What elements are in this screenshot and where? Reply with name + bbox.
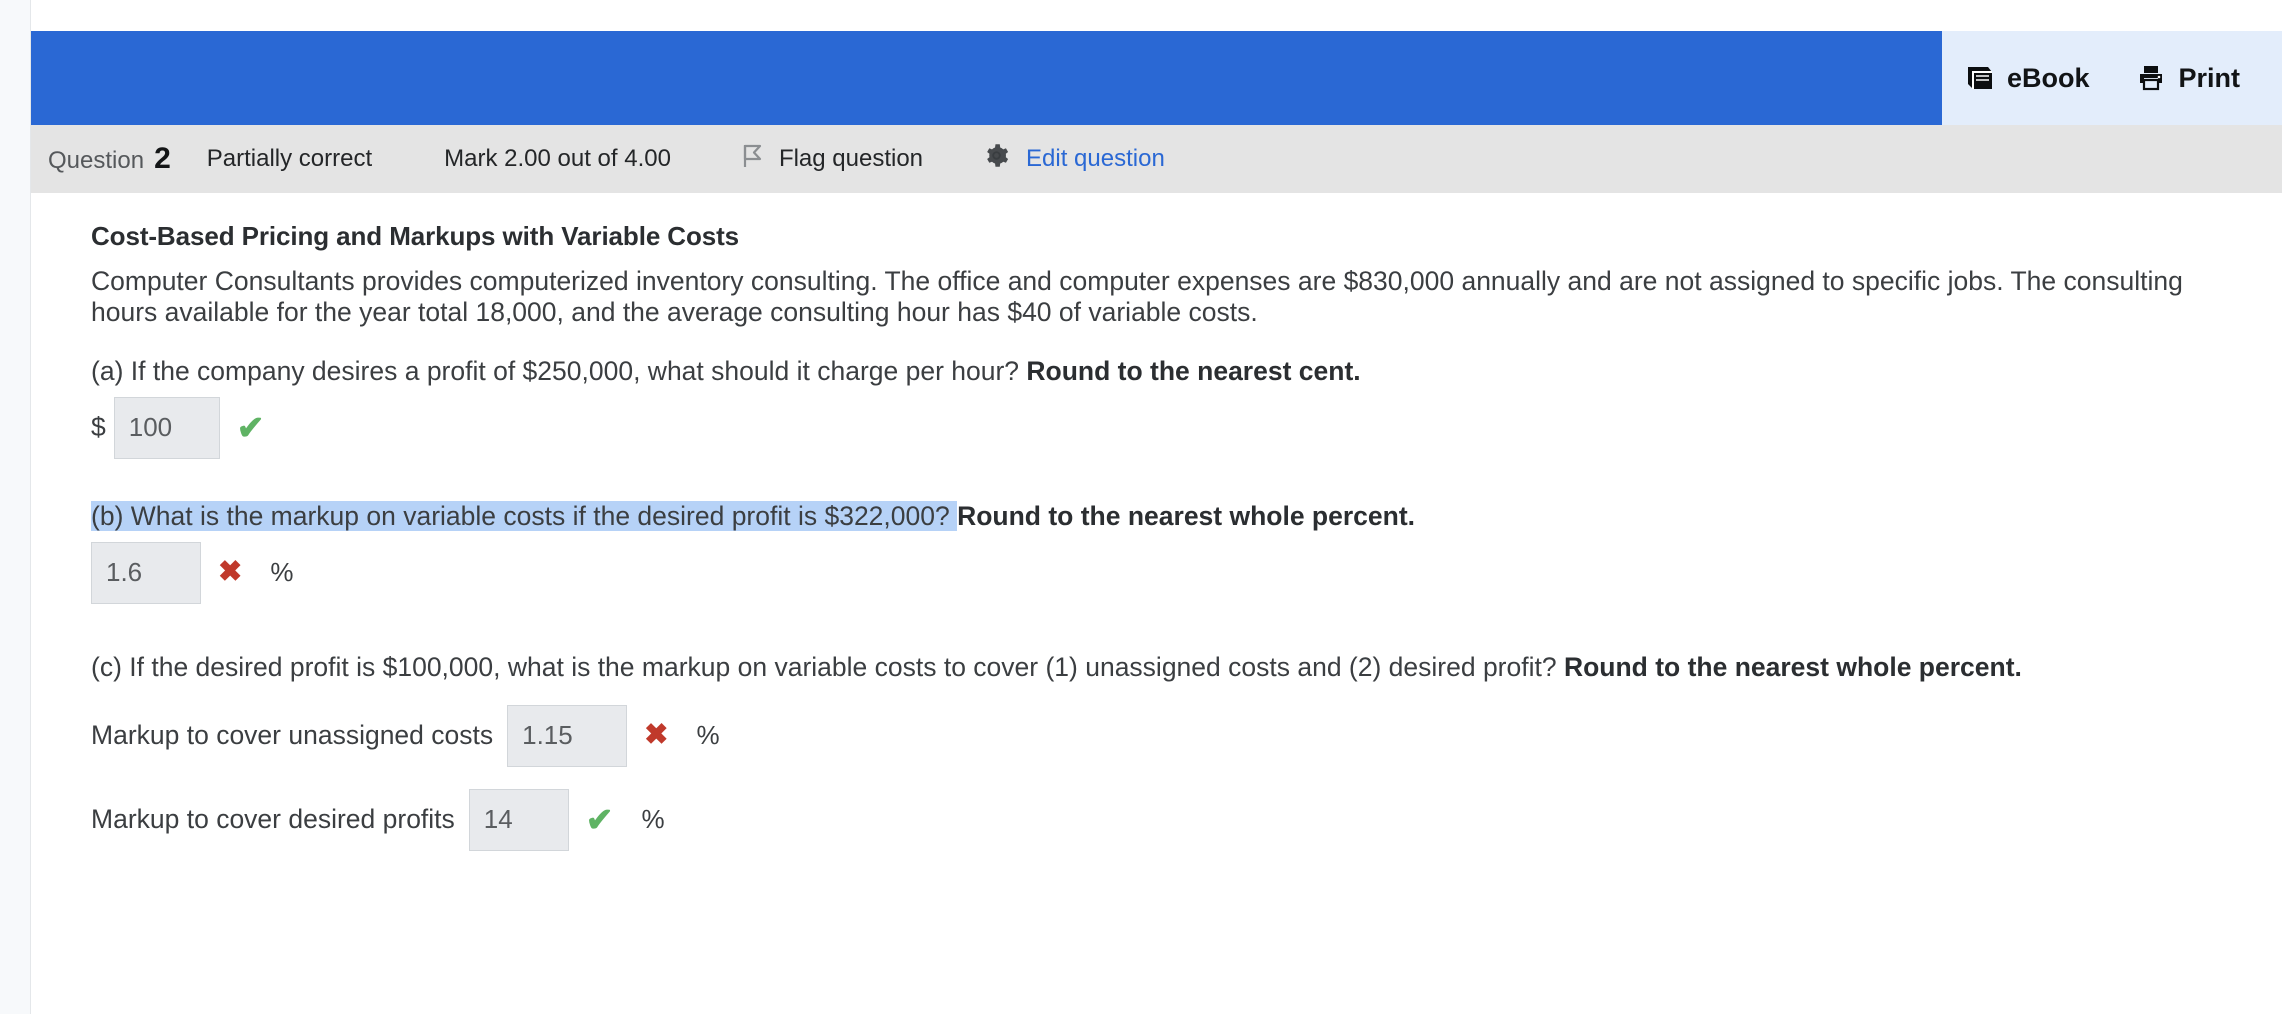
book-icon bbox=[1964, 64, 1994, 92]
question-mark: Mark 2.00 out of 4.00 bbox=[444, 145, 671, 172]
flag-question-button[interactable]: Flag question bbox=[741, 143, 923, 176]
gear-icon bbox=[983, 142, 1010, 176]
part-a-prompt-bold: Round to the nearest cent. bbox=[1026, 355, 1361, 386]
flag-question-label: Flag question bbox=[778, 145, 924, 172]
question-title: Cost-Based Pricing and Markups with Vari… bbox=[91, 221, 740, 251]
question-number: 2 bbox=[154, 142, 171, 175]
part-b-suffix: % bbox=[270, 557, 294, 588]
part-c-profits-suffix: % bbox=[641, 804, 665, 835]
check-icon: ✔ bbox=[585, 801, 614, 839]
left-gutter bbox=[0, 0, 30, 1014]
edit-question-label: Edit question bbox=[1026, 145, 1165, 172]
ebook-label: eBook bbox=[2007, 62, 2090, 93]
part-c-row-profits: Markup to cover desired profits 14 ✔ % bbox=[91, 788, 2282, 851]
check-icon: ✔ bbox=[236, 409, 265, 447]
question-state: Partially correct bbox=[206, 145, 373, 172]
print-label: Print bbox=[2178, 62, 2241, 93]
part-a-answer-row: $ 100 ✔ bbox=[91, 396, 2282, 459]
banner-tools: eBook Print bbox=[1942, 31, 2282, 125]
ebook-button[interactable]: eBook bbox=[1964, 64, 2090, 92]
part-a-currency-prefix: $ bbox=[91, 412, 106, 443]
part-c-row-unassigned-label: Markup to cover unassigned costs bbox=[91, 720, 494, 751]
top-spacer bbox=[31, 0, 2282, 31]
question-label: Question bbox=[48, 147, 145, 174]
part-c-rows: Markup to cover unassigned costs 1.15 ✖ … bbox=[91, 704, 2282, 851]
part-c-prompt-bold: Round to the nearest whole percent. bbox=[1563, 651, 2022, 682]
part-b-answer-input[interactable]: 1.6 bbox=[91, 541, 201, 604]
part-b-prompt: (b) What is the markup on variable costs… bbox=[91, 500, 2261, 532]
question-card: eBook Print Question 2 Partially correct… bbox=[30, 0, 2282, 1014]
print-button[interactable]: Print bbox=[2136, 62, 2241, 93]
part-b-answer-row: 1.6 ✖ % bbox=[91, 541, 2282, 604]
part-c-profits-input[interactable]: 14 bbox=[468, 788, 569, 851]
part-a-answer-input[interactable]: 100 bbox=[113, 396, 220, 459]
part-c-row-unassigned: Markup to cover unassigned costs 1.15 ✖ … bbox=[91, 704, 2282, 767]
part-a-prompt: (a) If the company desires a profit of $… bbox=[91, 356, 2261, 387]
question-body: Cost-Based Pricing and Markups with Vari… bbox=[31, 193, 2282, 851]
question-number-block: Question 2 bbox=[48, 142, 171, 176]
cross-icon: ✖ bbox=[218, 556, 243, 589]
part-b-prompt-bold: Round to the nearest whole percent. bbox=[957, 500, 1416, 531]
part-b-prompt-text: (b) What is the markup on variable costs… bbox=[91, 500, 958, 531]
part-c-unassigned-suffix: % bbox=[696, 720, 720, 751]
cross-icon: ✖ bbox=[644, 719, 669, 752]
question-part-a: (a) If the company desires a profit of $… bbox=[91, 356, 2282, 459]
question-part-b: (b) What is the markup on variable costs… bbox=[91, 500, 2282, 604]
part-c-unassigned-input[interactable]: 1.15 bbox=[507, 704, 628, 767]
printer-icon bbox=[2136, 64, 2166, 92]
part-a-prompt-text: (a) If the company desires a profit of $… bbox=[91, 355, 1027, 386]
question-intro: Computer Consultants provides computeriz… bbox=[91, 265, 2183, 327]
flag-icon bbox=[741, 143, 765, 176]
page-root: eBook Print Question 2 Partially correct… bbox=[0, 0, 2282, 1014]
part-c-prompt: (c) If the desired profit is $100,000, w… bbox=[91, 652, 2261, 683]
part-c-row-profits-label: Markup to cover desired profits bbox=[91, 804, 455, 835]
top-banner: eBook Print bbox=[31, 31, 2282, 125]
question-part-c: (c) If the desired profit is $100,000, w… bbox=[91, 652, 2282, 851]
part-c-prompt-text: (c) If the desired profit is $100,000, w… bbox=[91, 651, 1564, 682]
banner-blue-area bbox=[31, 31, 1942, 125]
edit-question-button[interactable]: Edit question bbox=[983, 142, 1165, 176]
question-info-bar: Question 2 Partially correct Mark 2.00 o… bbox=[31, 125, 2282, 193]
